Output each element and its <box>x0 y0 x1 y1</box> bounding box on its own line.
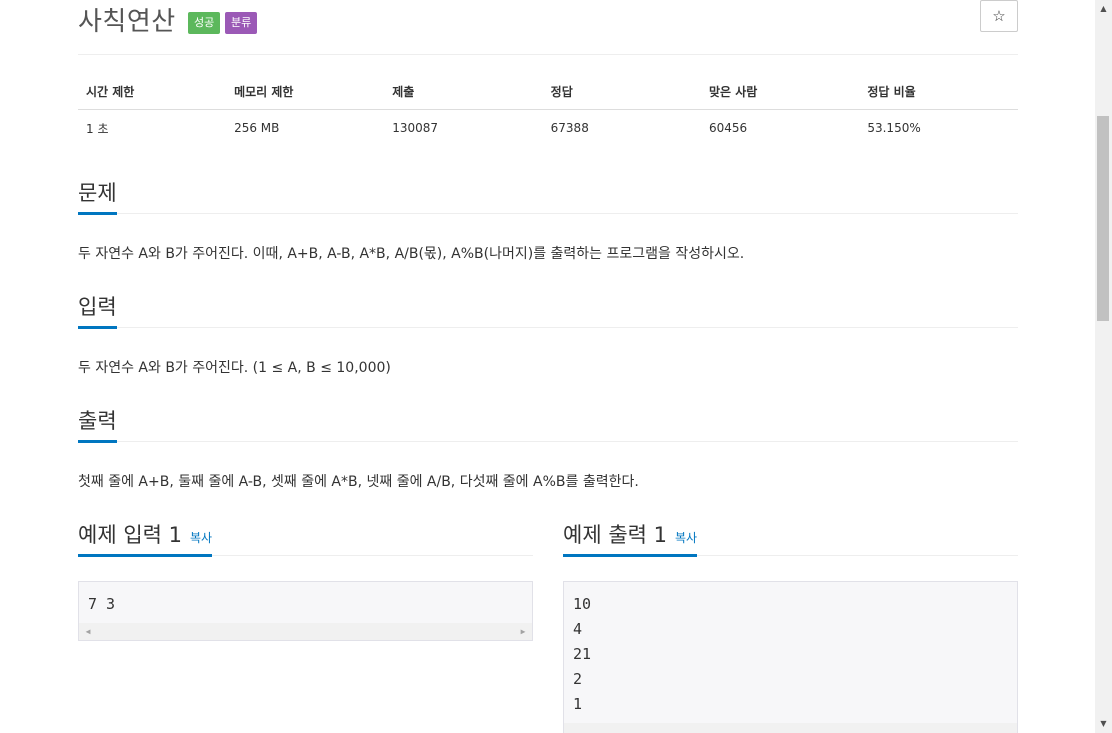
sample-output-line: 21 <box>573 645 592 663</box>
page-title: 사칙연산 <box>78 7 176 37</box>
table-header-cell: 맞은 사람 <box>701 73 860 110</box>
accepted-value: 67388 <box>550 121 589 135</box>
problem-description: 두 자연수 A와 B가 주어진다. 이때, A+B, A-B, A*B, A/B… <box>78 246 745 262</box>
horizontal-scrollbar[interactable]: ◀ ▶ <box>79 623 532 640</box>
example-output-title: 예제 출력 1 <box>563 523 667 547</box>
example-output-heading: 예제 출력 1 복사 <box>563 519 698 557</box>
accept-ratio-value: 53.150% <box>867 121 921 135</box>
horizontal-scrollbar[interactable] <box>564 723 1017 733</box>
input-description: 두 자연수 A와 B가 주어진다. (1 ≤ A, B ≤ 10,000) <box>78 360 391 376</box>
problem-header: 사칙연산 성공 분류 ☆ <box>78 0 1018 55</box>
solvers-value: 60456 <box>709 121 748 135</box>
example-input-title: 예제 입력 1 <box>78 523 182 547</box>
table-header-cell: 시간 제한 <box>78 73 227 110</box>
input-heading: 입력 <box>78 291 117 329</box>
scroll-up-icon[interactable]: ▲ <box>1095 2 1112 16</box>
example-input-heading: 예제 입력 1 복사 <box>78 519 213 557</box>
sample-output-box[interactable]: 10 4 21 2 1 <box>563 581 1018 733</box>
problem-heading: 문제 <box>78 177 117 215</box>
sample-input-line: 7 3 <box>88 595 116 613</box>
sample-output-line: 2 <box>573 670 583 688</box>
sample-output-line: 4 <box>573 620 583 638</box>
page-scrollbar[interactable]: ▲ ▼ <box>1095 0 1112 733</box>
category-badge[interactable]: 분류 <box>225 12 258 34</box>
output-heading: 출력 <box>78 405 117 443</box>
star-icon: ☆ <box>992 8 1006 25</box>
sample-input-box[interactable]: 7 3 ◀ ▶ <box>78 581 533 641</box>
problem-section-header: 문제 <box>78 177 1018 215</box>
scroll-down-icon[interactable]: ▼ <box>1095 717 1112 731</box>
example-output-header: 예제 출력 1 복사 <box>563 519 1018 557</box>
output-section-header: 출력 <box>78 405 1018 443</box>
scrollbar-thumb[interactable] <box>1097 116 1109 321</box>
problem-info-table: 시간 제한 메모리 제한 제출 정답 맞은 사람 정답 비율 1 초 256 M… <box>78 73 1018 146</box>
success-badge[interactable]: 성공 <box>188 12 221 34</box>
copy-input-link[interactable]: 복사 <box>190 531 212 545</box>
star-button[interactable]: ☆ <box>980 0 1018 32</box>
output-description: 첫째 줄에 A+B, 둘째 줄에 A-B, 셋째 줄에 A*B, 넷째 줄에 A… <box>78 474 639 490</box>
copy-output-link[interactable]: 복사 <box>675 531 697 545</box>
sample-output-line: 10 <box>573 595 592 613</box>
table-header-row: 시간 제한 메모리 제한 제출 정답 맞은 사람 정답 비율 <box>78 73 1018 110</box>
table-row: 1 초 256 MB 130087 67388 60456 53.150% <box>78 110 1018 147</box>
scroll-left-icon[interactable]: ◀ <box>82 623 94 640</box>
scroll-right-icon[interactable]: ▶ <box>517 623 529 640</box>
table-header-cell: 정답 비율 <box>859 73 1018 110</box>
sample-output-line: 1 <box>573 695 583 713</box>
input-section-header: 입력 <box>78 291 1018 329</box>
memory-limit-value: 256 MB <box>234 121 280 135</box>
table-header-cell: 메모리 제한 <box>226 73 385 110</box>
example-input-header: 예제 입력 1 복사 <box>78 519 533 557</box>
table-header-cell: 제출 <box>384 73 543 110</box>
table-header-cell: 정답 <box>542 73 701 110</box>
time-limit-value: 1 초 <box>86 121 109 136</box>
submissions-value: 130087 <box>392 121 438 135</box>
